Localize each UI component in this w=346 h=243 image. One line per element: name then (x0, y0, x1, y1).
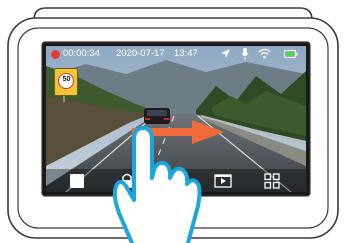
camera-screen[interactable]: 50 00:00:34 2020-07-17 13:47 (46, 46, 306, 192)
gps-icon (221, 49, 230, 58)
photo-button[interactable] (166, 172, 184, 190)
recording-dot-icon (51, 50, 60, 59)
playback-button[interactable] (214, 172, 232, 190)
microphone-icon (241, 48, 249, 60)
date-readout: 2020-07-17 (116, 48, 165, 59)
wifi-icon (258, 48, 271, 59)
battery-icon (284, 50, 298, 58)
menu-grid-button[interactable] (263, 172, 281, 190)
swipe-right-arrow-icon (132, 120, 224, 144)
bottom-toolbar (46, 169, 306, 192)
stop-button[interactable] (68, 172, 86, 190)
recording-time: 00:00:34 (63, 48, 100, 59)
time-readout: 13:47 (174, 48, 198, 59)
speed-limit-sign: 50 (54, 68, 78, 96)
lock-button[interactable] (118, 172, 136, 190)
speed-limit-value: 50 (62, 76, 71, 83)
status-bar: 00:00:34 2020-07-17 13:47 (46, 46, 306, 62)
